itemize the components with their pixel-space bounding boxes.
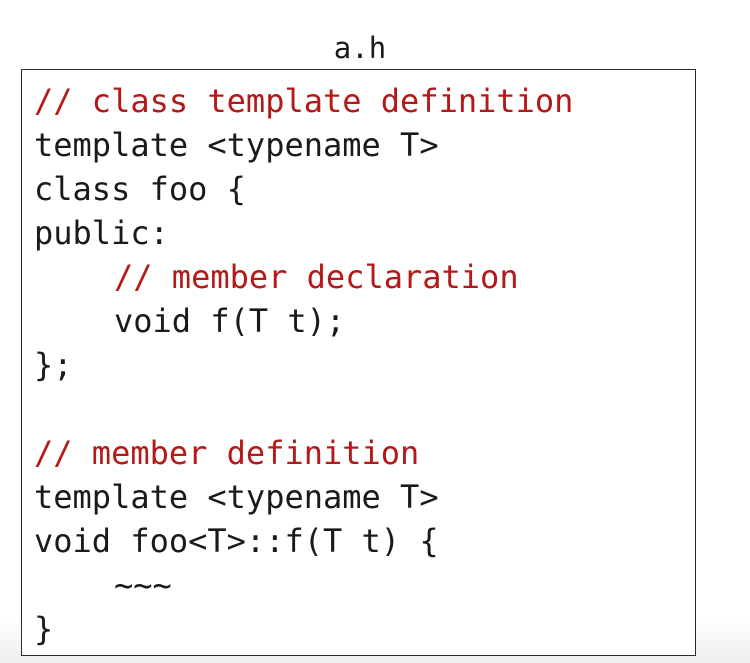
code-line-public: public: xyxy=(34,214,169,252)
code-line-template-decl: template <typename T> xyxy=(34,126,439,164)
code-line-comment-class-template: // class template definition xyxy=(34,82,574,120)
code-line-class-foo: class foo { xyxy=(34,170,246,208)
code-line-void-f-declaration: void f(T t); xyxy=(114,302,346,340)
code-box: // class template definition template <t… xyxy=(21,69,696,656)
code-line-function-close: } xyxy=(34,610,54,648)
code-line-template-decl-2: template <typename T> xyxy=(34,478,439,516)
code-line-body-placeholder: ~~~ xyxy=(114,566,172,604)
code-line-comment-member-definition: // member definition xyxy=(34,434,420,472)
file-name-title: a.h xyxy=(333,31,387,65)
code-line-void-foo-f-definition: void foo<T>::f(T t) { xyxy=(34,522,439,560)
code-line-class-close: }; xyxy=(34,346,73,384)
code-line-comment-member-declaration: // member declaration xyxy=(114,258,519,296)
code-listing: // class template definition template <t… xyxy=(34,79,573,651)
